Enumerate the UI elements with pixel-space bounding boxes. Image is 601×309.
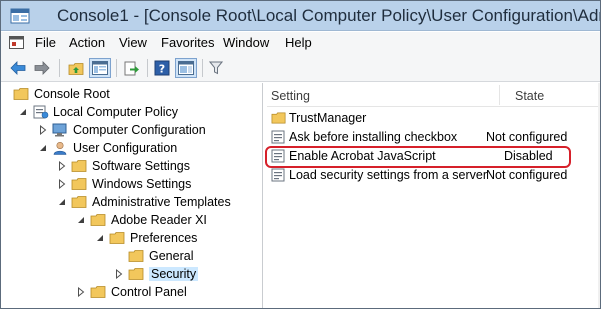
help-button[interactable]: ?: [151, 58, 173, 78]
show-hide-action-pane-button[interactable]: [175, 58, 197, 78]
tree-item-label: Administrative Templates: [92, 195, 231, 209]
folder-icon: [71, 177, 88, 191]
scrollbar-edge[interactable]: [598, 83, 600, 308]
tree-item-windows-settings[interactable]: Windows Settings: [57, 175, 191, 193]
collapsed-arrow-icon[interactable]: [76, 286, 86, 298]
tree-item-adobe-reader-xi[interactable]: Adobe Reader XI: [76, 211, 207, 229]
column-header-setting[interactable]: Setting: [271, 89, 310, 103]
setting-state: Not configured: [486, 168, 568, 182]
svg-text:?: ?: [159, 63, 165, 76]
policy-setting-icon: [271, 130, 287, 144]
back-button[interactable]: [7, 58, 29, 78]
tree-item-label: User Configuration: [73, 141, 178, 155]
user-icon: [52, 141, 69, 155]
tree-item-label: Computer Configuration: [73, 123, 206, 137]
toolbar-separator: [59, 59, 60, 77]
setting-name: TrustManager: [289, 111, 367, 125]
mmc-window: Console1 - [Console Root\Local Computer …: [0, 0, 601, 309]
window-title: Console1 - [Console Root\Local Computer …: [57, 6, 600, 25]
up-folder-icon: [68, 62, 83, 75]
highlight-annotation: [265, 146, 571, 168]
expanded-arrow-icon[interactable]: [95, 232, 105, 244]
folder-icon: [13, 87, 30, 101]
tree-item-local-computer-policy[interactable]: Local Computer Policy: [18, 103, 178, 121]
tree-item-label: General: [149, 249, 194, 263]
filter-icon: [209, 61, 223, 75]
folder-icon: [90, 213, 107, 227]
filter-button[interactable]: [205, 58, 227, 78]
tree-item-label: Software Settings: [92, 159, 190, 173]
tree-item-label: Local Computer Policy: [53, 105, 179, 119]
toolbar-separator: [116, 59, 117, 77]
folder-icon: [128, 267, 145, 281]
system-menu-icon[interactable]: [9, 36, 24, 49]
tree-item-label: Windows Settings: [92, 177, 192, 191]
list-item-trustmanager[interactable]: TrustManager: [267, 109, 600, 128]
folder-icon: [128, 249, 145, 263]
folder-icon: [271, 111, 287, 125]
menu-view[interactable]: View: [119, 35, 147, 50]
policy-setting-icon: [271, 168, 287, 182]
menu-help[interactable]: Help: [285, 35, 312, 50]
tree-item-label: Preferences: [130, 231, 198, 245]
show-hide-tree-icon: [92, 61, 108, 75]
tree-item-label: Console Root: [34, 87, 110, 101]
collapsed-arrow-icon[interactable]: [57, 160, 67, 172]
tree-item-label: Security: [149, 267, 199, 281]
setting-name: Load security settings from a server: [289, 168, 487, 182]
column-header-row: Setting State: [267, 83, 600, 107]
collapsed-arrow-icon[interactable]: [57, 178, 67, 190]
toolbar-separator: [202, 59, 203, 77]
tree-item-control-panel[interactable]: Control Panel: [76, 283, 187, 301]
policy-icon: [32, 105, 49, 119]
menu-bar: File Action View Favorites Window Help: [1, 32, 600, 54]
tree-item-preferences[interactable]: Preferences: [95, 229, 197, 247]
help-icon: ?: [154, 60, 170, 76]
expanded-arrow-icon[interactable]: [18, 106, 28, 118]
details-pane[interactable]: Setting State TrustManager Ask before in…: [267, 83, 600, 308]
forward-arrow-icon: [34, 61, 50, 75]
column-header-state[interactable]: State: [515, 89, 544, 103]
toolbar: ?: [1, 54, 600, 82]
back-arrow-icon: [10, 61, 26, 75]
tree-item-computer-configuration[interactable]: Computer Configuration: [38, 121, 206, 139]
export-list-icon: [124, 61, 139, 75]
list-item-load-security-settings[interactable]: Load security settings from a server Not…: [267, 166, 600, 185]
menu-favorites[interactable]: Favorites: [161, 35, 214, 50]
console-app-icon[interactable]: [10, 7, 30, 25]
show-hide-console-tree-button[interactable]: [89, 58, 111, 78]
tree-item-console-root[interactable]: Console Root: [13, 85, 110, 103]
tree-item-security[interactable]: Security: [114, 265, 199, 283]
forward-button[interactable]: [31, 58, 53, 78]
toolbar-separator: [147, 59, 148, 77]
expanded-arrow-icon[interactable]: [76, 214, 86, 226]
menu-action[interactable]: Action: [69, 35, 105, 50]
console-tree[interactable]: Console Root Local Computer Policy Compu…: [1, 83, 263, 308]
show-action-pane-icon: [178, 61, 194, 75]
menu-window[interactable]: Window: [223, 35, 269, 50]
folder-icon: [71, 159, 88, 173]
collapsed-arrow-icon[interactable]: [38, 124, 48, 136]
tree-item-administrative-templates[interactable]: Administrative Templates: [57, 193, 231, 211]
export-list-button[interactable]: [121, 58, 143, 78]
tree-item-label: Adobe Reader XI: [111, 213, 207, 227]
computer-icon: [52, 123, 69, 137]
folder-icon: [90, 285, 107, 299]
list-item-ask-before-installing[interactable]: Ask before installing checkbox Not confi…: [267, 128, 600, 147]
folder-icon: [109, 231, 126, 245]
tree-item-user-configuration[interactable]: User Configuration: [38, 139, 177, 157]
menu-file[interactable]: File: [35, 35, 56, 50]
folder-icon: [71, 195, 88, 209]
setting-state: Not configured: [486, 130, 568, 144]
tree-item-label: Control Panel: [111, 285, 187, 299]
title-bar[interactable]: Console1 - [Console Root\Local Computer …: [1, 1, 600, 31]
tree-item-software-settings[interactable]: Software Settings: [57, 157, 190, 175]
setting-name: Ask before installing checkbox: [289, 130, 458, 144]
tree-item-general[interactable]: General: [128, 247, 193, 265]
up-one-level-button[interactable]: [65, 58, 87, 78]
expanded-arrow-icon[interactable]: [38, 142, 48, 154]
expanded-arrow-icon[interactable]: [57, 196, 67, 208]
collapsed-arrow-icon[interactable]: [114, 268, 124, 280]
column-divider[interactable]: [499, 85, 500, 105]
